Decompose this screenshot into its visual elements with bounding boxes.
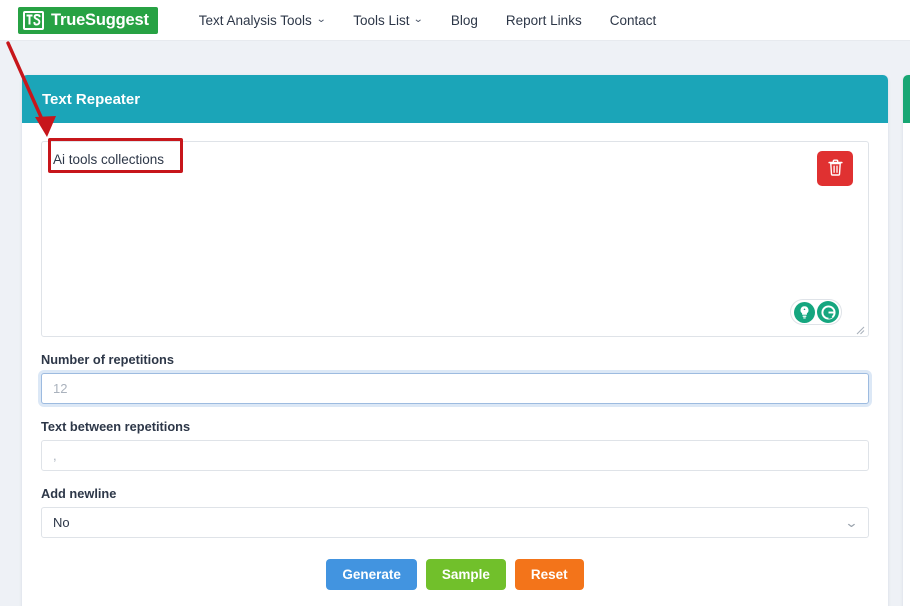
action-buttons: Generate Sample Reset xyxy=(41,559,869,590)
nav-item-blog[interactable]: Blog xyxy=(437,13,492,28)
clear-text-button[interactable] xyxy=(817,151,853,186)
chevron-down-icon: ⌄ xyxy=(413,14,424,25)
nav-item-report-links[interactable]: Report Links xyxy=(492,13,596,28)
nav-item-label: Tools List xyxy=(353,12,410,28)
secondary-tool-card xyxy=(903,75,910,606)
generate-button[interactable]: Generate xyxy=(326,559,417,590)
repetitions-input[interactable] xyxy=(41,373,869,404)
chevron-down-icon: ⌄ xyxy=(844,514,859,530)
lightbulb-icon[interactable] xyxy=(794,301,815,323)
top-navbar: TrueSuggest Text Analysis Tools ⌄ Tools … xyxy=(0,0,910,41)
separator-label: Text between repetitions xyxy=(41,419,191,434)
sample-button[interactable]: Sample xyxy=(425,559,506,590)
nav-item-label: Text Analysis Tools xyxy=(198,12,312,28)
grammarly-widget[interactable] xyxy=(790,299,842,325)
nav-item-contact[interactable]: Contact xyxy=(596,13,671,28)
logo-ts-mark-icon xyxy=(23,10,44,30)
grammarly-g-icon[interactable] xyxy=(817,301,839,323)
nav-item-text-analysis-tools[interactable]: Text Analysis Tools ⌄ xyxy=(185,13,339,28)
text-repeater-card: Text Repeater Ai tools collections Numbe… xyxy=(22,75,888,606)
add-newline-label: Add newline xyxy=(41,486,117,501)
nav-items: Text Analysis Tools ⌄ Tools List ⌄ Blog … xyxy=(185,13,670,28)
nav-item-tools-list[interactable]: Tools List ⌄ xyxy=(339,13,437,28)
site-logo[interactable]: TrueSuggest xyxy=(18,6,158,34)
input-text-area-wrapper xyxy=(41,141,869,337)
reset-button[interactable]: Reset xyxy=(514,559,584,590)
secondary-card-header xyxy=(903,75,910,123)
add-newline-value: No xyxy=(53,515,70,530)
trash-icon xyxy=(827,159,843,179)
chevron-down-icon: ⌄ xyxy=(315,14,327,25)
repetitions-label: Number of repetitions xyxy=(41,352,174,367)
page-title: Text Repeater xyxy=(42,90,141,108)
add-newline-select[interactable]: No ⌄ xyxy=(41,507,869,538)
page-root: TrueSuggest Text Analysis Tools ⌄ Tools … xyxy=(0,0,910,606)
source-text-input[interactable] xyxy=(41,141,869,337)
card-body: Number of repetitions Text between repet… xyxy=(22,123,888,590)
card-header: Text Repeater xyxy=(22,75,888,123)
separator-input[interactable] xyxy=(41,440,869,471)
logo-brand-text: TrueSuggest xyxy=(51,10,149,29)
